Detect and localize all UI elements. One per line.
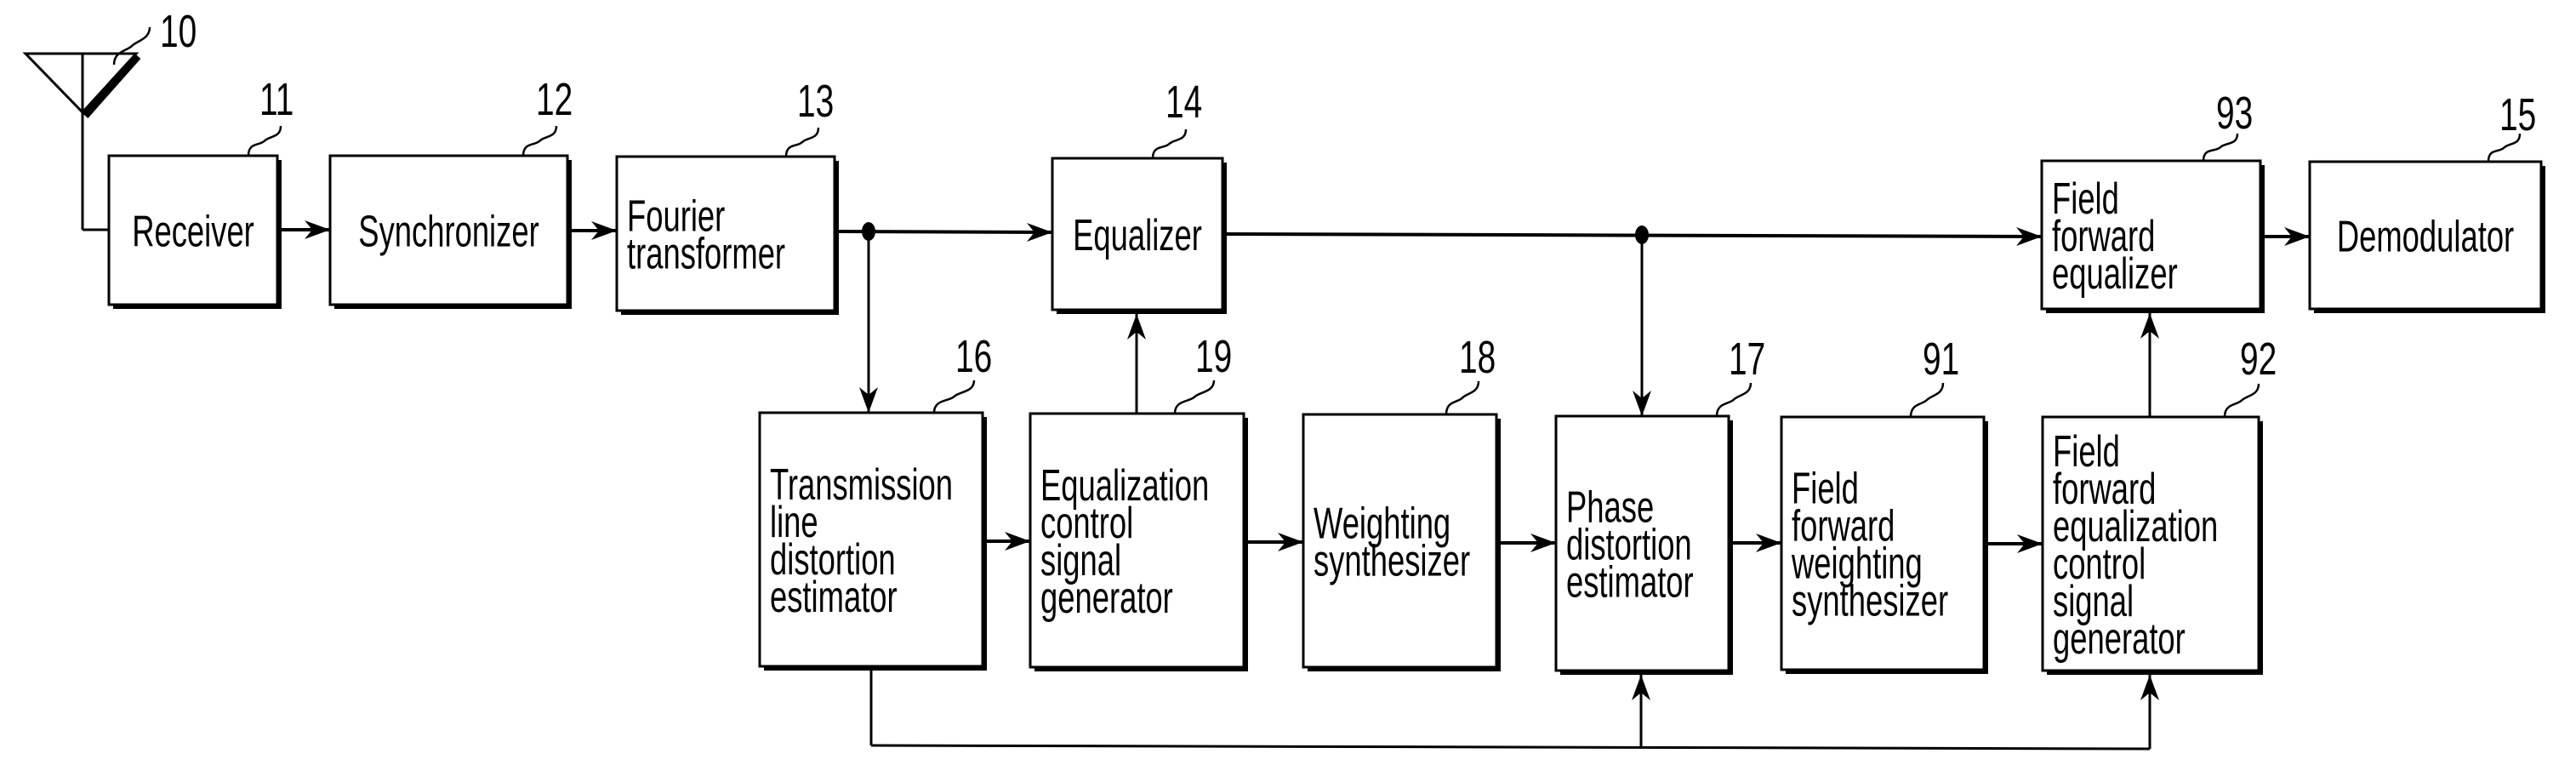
leader-line bbox=[1173, 380, 1216, 414]
block-field-forward-equalization-control-signal-generator: Fieldforwardequalizationcontrolsignalgen… bbox=[2041, 415, 2263, 675]
reference-numeral-17: 17 bbox=[1715, 333, 1765, 417]
block-label-line: equalizer bbox=[2052, 248, 2178, 298]
block-label-line: synthesizer bbox=[1314, 535, 1470, 585]
signal-wires bbox=[282, 220, 2310, 751]
reference-numeral-text: 17 bbox=[1729, 333, 1765, 385]
leader-line bbox=[784, 127, 820, 157]
reference-numeral-18: 18 bbox=[1445, 331, 1496, 415]
block-synchronizer: Synchronizer bbox=[328, 154, 572, 309]
reference-numeral-14: 14 bbox=[1151, 76, 1202, 159]
reference-numeral-10: 10 bbox=[112, 5, 197, 66]
reference-numeral-text: 18 bbox=[1459, 331, 1496, 383]
reference-numeral-text: 91 bbox=[1923, 333, 1959, 385]
wire bbox=[1226, 232, 2043, 238]
reference-numeral-text: 19 bbox=[1195, 330, 1232, 382]
reference-numeral-91: 91 bbox=[1909, 333, 1959, 418]
block-label-line: Equalizer bbox=[1073, 209, 1202, 260]
block-diagram: Receiver Synchronizer Fouriertransformer Eq… bbox=[22, 5, 2545, 751]
leader-line bbox=[932, 380, 976, 414]
leader-line bbox=[1909, 382, 1945, 418]
block-field-forward-weighting-synthesizer: Fieldforwardweightingsynthesizer bbox=[1780, 415, 1988, 674]
reference-numeral-93: 93 bbox=[2202, 87, 2253, 162]
reference-numeral-text: 10 bbox=[160, 5, 197, 57]
reference-numeral-text: 16 bbox=[955, 330, 992, 382]
reference-numeral-text: 15 bbox=[2499, 88, 2536, 140]
leader-line bbox=[521, 125, 558, 157]
reference-numeral-text: 12 bbox=[536, 73, 573, 125]
block-label-line: generator bbox=[2053, 613, 2186, 663]
reference-numeral-11: 11 bbox=[247, 73, 294, 157]
block-label-line: synthesizer bbox=[1792, 575, 1948, 625]
reference-numeral-text: 14 bbox=[1165, 76, 1202, 128]
reference-numeral-13: 13 bbox=[784, 75, 834, 157]
wire bbox=[870, 744, 2151, 751]
block-label-line: estimator bbox=[1566, 557, 1694, 607]
block-label-line: Demodulator bbox=[2337, 211, 2514, 261]
reference-numeral-15: 15 bbox=[2487, 88, 2536, 163]
block-equalization-control-signal-generator: Equalizationcontrolsignalgenerator bbox=[1029, 412, 1248, 671]
leader-line bbox=[1151, 128, 1188, 159]
block-weighting-synthesizer: Weightingsynthesizer bbox=[1302, 413, 1501, 671]
reference-numeral-92: 92 bbox=[2223, 333, 2277, 418]
leader-line bbox=[2223, 383, 2260, 418]
block-phase-distortion-estimator: Phasedistortionestimator bbox=[1554, 414, 1733, 675]
block-field-forward-equalizer: Fieldforwardequalizer bbox=[2040, 159, 2265, 313]
reference-numeral-12: 12 bbox=[521, 73, 573, 157]
reference-numeral-text: 92 bbox=[2240, 333, 2277, 385]
leader-line bbox=[1445, 380, 1480, 415]
reference-numeral-text: 93 bbox=[2216, 87, 2253, 139]
block-fourier-transformer: Fouriertransformer bbox=[615, 155, 839, 315]
reference-numeral-text: 11 bbox=[259, 73, 294, 125]
block-receiver: Receiver bbox=[107, 154, 282, 309]
leader-line bbox=[247, 125, 282, 157]
block-label-line: Synchronizer bbox=[358, 206, 539, 256]
block-label-line: estimator bbox=[770, 571, 898, 621]
block-equalizer: Equalizer bbox=[1051, 157, 1227, 314]
block-label-line: Receiver bbox=[132, 206, 254, 256]
block-demodulator: Demodulator bbox=[2308, 160, 2545, 313]
reference-numeral-19: 19 bbox=[1173, 330, 1232, 414]
leader-line bbox=[1715, 382, 1752, 417]
block-label-line: generator bbox=[1040, 572, 1173, 622]
reference-numeral-16: 16 bbox=[932, 330, 992, 414]
reference-numeral-text: 13 bbox=[797, 75, 834, 127]
block-transmission-line-distortion-estimator: Transmissionlinedistortionestimator bbox=[758, 411, 987, 671]
block-label-line: transformer bbox=[627, 228, 785, 278]
